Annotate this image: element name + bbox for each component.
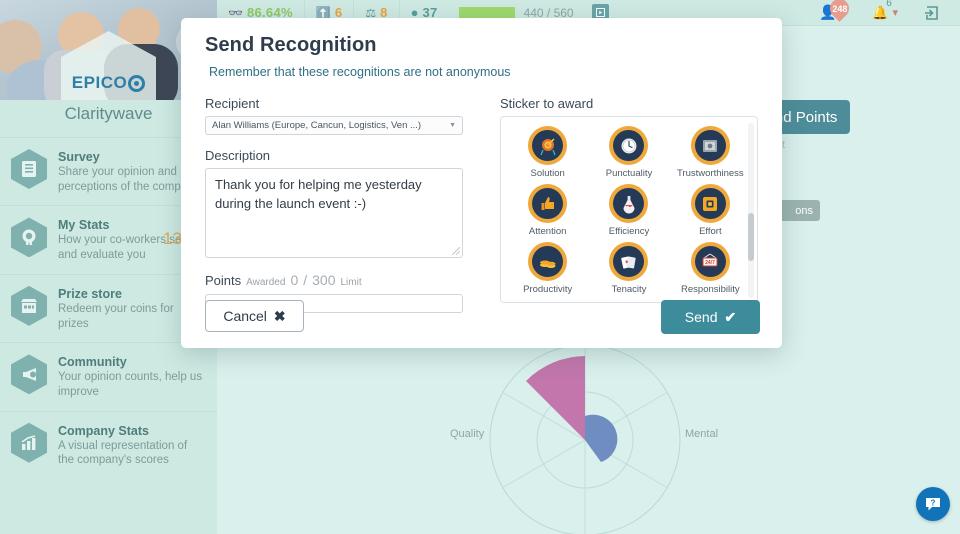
header-icon-group: 👤 248 ▾ 🔔 6 ▾ xyxy=(807,0,960,26)
description-label: Description xyxy=(205,148,480,163)
sticker-name: Responsibility xyxy=(681,284,740,295)
cancel-button[interactable]: Cancel ✖ xyxy=(205,300,304,332)
send-button[interactable]: Send ✔ xyxy=(661,300,760,334)
svg-text:?: ? xyxy=(931,499,936,508)
modal-actions: Cancel ✖ Send ✔ xyxy=(181,300,782,334)
bar-chart-icon xyxy=(11,423,47,463)
sticker-tenacity[interactable]: Tenacity xyxy=(588,242,669,295)
points-label: Points xyxy=(205,273,241,288)
sticker-picker[interactable]: Solution Punctuality Tru xyxy=(500,116,758,303)
x-icon: ✖ xyxy=(274,308,286,325)
points-separator: / xyxy=(303,272,307,288)
sticker-efficiency[interactable]: Efficiency xyxy=(588,184,669,237)
epico-logo-text: EPICO xyxy=(72,73,127,93)
description-value: Thank you for helping me yesterday durin… xyxy=(215,177,422,211)
sidebar-item-company-stats[interactable]: Company Stats A visual representation of… xyxy=(0,411,217,479)
svg-text:24/7: 24/7 xyxy=(705,260,715,266)
sticker-grid: Solution Punctuality Tru xyxy=(507,126,751,295)
sticker-name: Productivity xyxy=(523,284,572,295)
sticker-name: Attention xyxy=(529,226,567,237)
thumbs-up-icon xyxy=(528,184,567,223)
survey-icon xyxy=(11,149,47,189)
brand-name: Claritywave xyxy=(0,100,217,137)
app-root: 👓 86.64% ⬆️ 6 ⚖ 8 ● 37 440 / 560 👤 2 xyxy=(0,0,960,534)
description-textarea[interactable]: Thank you for helping me yesterday durin… xyxy=(205,168,463,258)
logout-icon xyxy=(924,5,940,21)
notifications-menu[interactable]: 🔔 6 ▾ xyxy=(860,0,910,26)
sticker-responsibility[interactable]: 24/7 Responsibility xyxy=(670,242,751,295)
radar-label-quality: Quality xyxy=(450,428,484,440)
sticker-effort[interactable]: Effort xyxy=(670,184,751,237)
sticker-name: Efficiency xyxy=(609,226,649,237)
clock-icon xyxy=(609,126,648,165)
points-awarded-value: 0 xyxy=(290,272,298,288)
modal-subtitle: Remember that these recognitions are not… xyxy=(205,65,762,79)
sticker-name: Solution xyxy=(530,168,564,179)
modal-title: Send Recognition xyxy=(205,34,762,57)
bell-badge-count: 6 xyxy=(886,0,892,9)
points-limit-label: Limit xyxy=(340,277,361,288)
user-badge-count: 248 xyxy=(832,3,847,13)
sticker-label: Sticker to award xyxy=(500,96,762,111)
recipient-label: Recipient xyxy=(205,96,480,111)
sticker-name: Punctuality xyxy=(606,168,652,179)
send-label: Send xyxy=(685,309,718,325)
chevron-down-icon: ▼ xyxy=(449,122,456,129)
sidebar-item-title: Company Stats xyxy=(58,424,205,438)
target-icon xyxy=(528,126,567,165)
sticker-scrollbar-track[interactable] xyxy=(748,123,754,298)
megaphone-icon xyxy=(11,354,47,394)
sidebar-coin-count: 13 xyxy=(163,229,182,249)
modal-left-column: Recipient Alan Williams (Europe, Cancun,… xyxy=(205,96,480,313)
gear-weight-icon xyxy=(691,184,730,223)
points-row: Points Awarded 0 / 300 Limit xyxy=(205,272,480,288)
sidebar-item-title: Community xyxy=(58,355,205,369)
logout-button[interactable] xyxy=(912,0,952,26)
help-button[interactable]: ? xyxy=(916,487,950,521)
sidebar-item-subtitle: A visual representation of the company's… xyxy=(58,439,205,468)
send-recognition-modal: Send Recognition Remember that these rec… xyxy=(181,18,782,348)
recipient-value: Alan Williams (Europe, Cancun, Logistics… xyxy=(212,120,421,131)
sticker-name: Trustworthiness xyxy=(677,168,744,179)
coins-icon xyxy=(528,242,567,281)
twentyfourseven-icon: 24/7 xyxy=(691,242,730,281)
epico-ring-icon xyxy=(128,75,145,92)
help-chat-icon: ? xyxy=(924,495,942,513)
cancel-label: Cancel xyxy=(223,308,267,324)
sidebar-item-subtitle: Your opinion counts, help us improve xyxy=(58,370,205,399)
flask-icon xyxy=(609,184,648,223)
check-icon: ✔ xyxy=(724,309,736,326)
sticker-attention[interactable]: Attention xyxy=(507,184,588,237)
user-menu[interactable]: 👤 248 ▾ xyxy=(807,0,858,26)
resize-grip-icon[interactable] xyxy=(452,247,460,255)
store-icon xyxy=(11,286,47,326)
points-limit-value: 300 xyxy=(312,272,335,288)
modal-right-column: Sticker to award Solution xyxy=(500,96,762,313)
sticker-solution[interactable]: Solution xyxy=(507,126,588,179)
sidebar-item-community[interactable]: Community Your opinion counts, help us i… xyxy=(0,342,217,410)
sticker-punctuality[interactable]: Punctuality xyxy=(588,126,669,179)
sticker-name: Tenacity xyxy=(612,284,647,295)
sticker-trustworthiness[interactable]: Trustworthiness xyxy=(670,126,751,179)
radar-label-mental: Mental xyxy=(685,428,718,440)
sticker-scrollbar-thumb[interactable] xyxy=(748,213,754,261)
sticker-productivity[interactable]: Productivity xyxy=(507,242,588,295)
safe-icon xyxy=(691,126,730,165)
points-awarded-label: Awarded xyxy=(246,277,285,288)
sticker-name: Effort xyxy=(699,226,722,237)
cards-icon xyxy=(609,242,648,281)
progress-bar-fill xyxy=(459,7,515,19)
recipient-select[interactable]: Alan Williams (Europe, Cancun, Logistics… xyxy=(205,116,463,135)
medal-icon xyxy=(11,217,47,257)
radar-chart: Quality Mental Professionalism xyxy=(485,340,685,534)
chevron-down-icon: ▾ xyxy=(892,6,898,19)
